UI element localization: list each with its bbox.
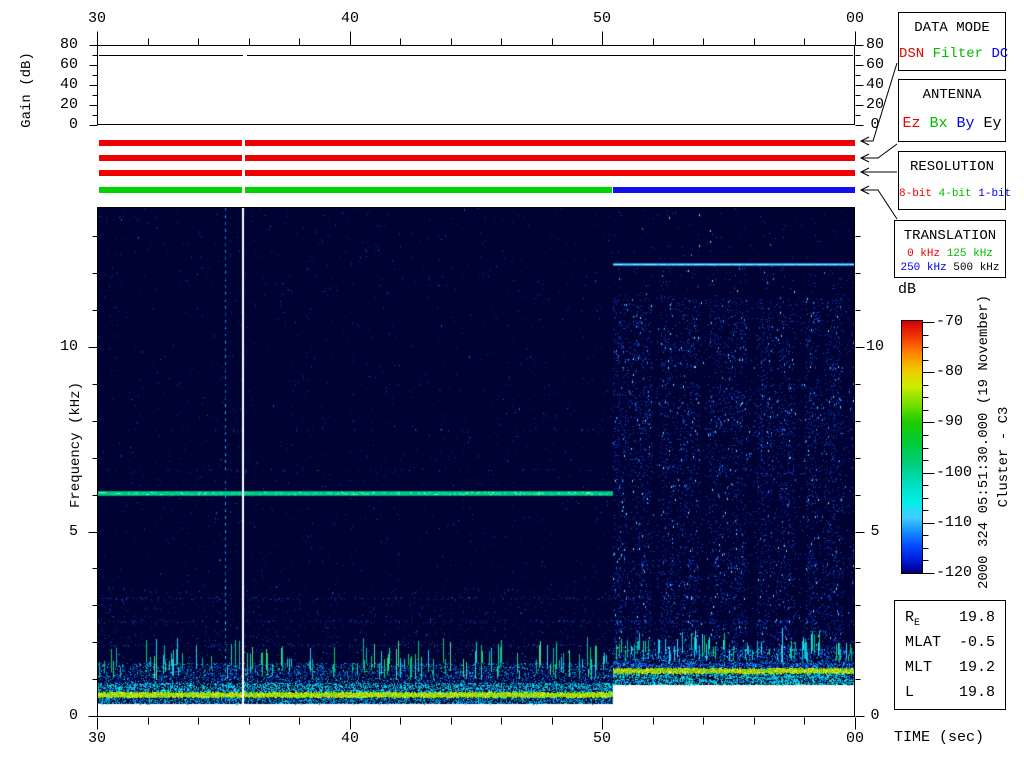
antenna-bar-gap bbox=[242, 155, 245, 161]
legend-item: DSN bbox=[899, 46, 924, 62]
tick-label: 10 bbox=[860, 339, 890, 355]
tick-label: 40 bbox=[332, 11, 368, 27]
tick-label: 50 bbox=[584, 731, 620, 747]
antenna-bar bbox=[99, 155, 855, 161]
time-axis-label: TIME (sec) bbox=[894, 730, 984, 746]
frequency-axis-label: Frequency (kHz) bbox=[67, 375, 85, 515]
resolution-title: RESOLUTION bbox=[899, 159, 1005, 175]
colorbar bbox=[901, 320, 923, 574]
spectrogram-canvas bbox=[98, 208, 854, 716]
data-mode-bar bbox=[99, 140, 855, 146]
tick-label: 30 bbox=[79, 731, 115, 747]
ephemeris-row-l: L 19.8 bbox=[895, 680, 1005, 705]
ephemeris-row-mlat: MLAT -0.5 bbox=[895, 630, 1005, 655]
antenna-values: Ez Bx By Ey bbox=[899, 115, 1005, 132]
legend-item: By bbox=[957, 115, 975, 132]
translation-bar-seg1 bbox=[99, 187, 612, 193]
resolution-values: 8-bit 4-bit 1-bit bbox=[899, 188, 1005, 200]
legend-item: Ez bbox=[902, 115, 920, 132]
legend-item: 0 kHz bbox=[907, 248, 940, 260]
legend-item: Ey bbox=[984, 115, 1002, 132]
timestamp-text: 2000 324 05:51:30.000 (19 November) bbox=[975, 282, 993, 602]
tick-label: 20 bbox=[861, 97, 889, 113]
tick-label: 5 bbox=[46, 524, 78, 540]
tick-label: 0 bbox=[46, 117, 78, 133]
legend-item: 125 kHz bbox=[947, 248, 993, 260]
legend-item: Filter bbox=[933, 46, 983, 62]
data-mode-bar-gap bbox=[242, 140, 245, 146]
tick-label: 30 bbox=[79, 11, 115, 27]
tick-label: 40 bbox=[332, 731, 368, 747]
spectrogram-plot bbox=[97, 207, 855, 717]
tick-label: 40 bbox=[861, 77, 889, 93]
resolution-legend: RESOLUTION 8-bit 4-bit 1-bit bbox=[898, 151, 1006, 210]
tick-label: 60 bbox=[46, 57, 78, 73]
data-mode-values: DSN Filter DC bbox=[899, 46, 1005, 62]
data-mode-legend: DATA MODE DSN Filter DC bbox=[898, 12, 1006, 71]
translation-values-row1: 0 kHz 125 kHz bbox=[895, 248, 1005, 260]
tick-label: 0 bbox=[860, 708, 890, 724]
translation-bar-seg2 bbox=[613, 187, 855, 193]
tick-label: 00 bbox=[837, 731, 873, 747]
gain-trace bbox=[99, 55, 243, 56]
tick-label: 80 bbox=[861, 37, 889, 53]
legend-item: 8-bit bbox=[899, 188, 932, 200]
tick-label: 00 bbox=[837, 11, 873, 27]
gain-axis-label: Gain (dB) bbox=[18, 35, 36, 145]
resolution-bar-gap bbox=[242, 170, 245, 176]
mlat-value: -0.5 bbox=[959, 630, 995, 655]
tick-label: 80 bbox=[46, 37, 78, 53]
translation-bar-gap bbox=[242, 187, 245, 193]
tick-label: 10 bbox=[46, 339, 78, 355]
legend-item: 1-bit bbox=[978, 188, 1011, 200]
ephemeris-row-re: RE 19.8 bbox=[895, 605, 1005, 630]
re-value: 19.8 bbox=[959, 605, 995, 630]
data-mode-title: DATA MODE bbox=[899, 20, 1005, 36]
tick-label: 50 bbox=[584, 11, 620, 27]
antenna-legend: ANTENNA Ez Bx By Ey bbox=[898, 79, 1006, 142]
spacecraft-text: Cluster - C3 bbox=[995, 392, 1013, 522]
tick-label: 40 bbox=[46, 77, 78, 93]
legend-item: 500 kHz bbox=[953, 262, 999, 274]
tick-label: 0 bbox=[861, 117, 889, 133]
tick-label: 0 bbox=[46, 708, 78, 724]
tick-label: 60 bbox=[861, 57, 889, 73]
gain-plot bbox=[97, 45, 855, 125]
l-value: 19.8 bbox=[959, 680, 995, 705]
legend-item: 250 kHz bbox=[900, 262, 946, 274]
mlt-value: 19.2 bbox=[959, 655, 995, 680]
ephemeris-row-mlt: MLT 19.2 bbox=[895, 655, 1005, 680]
colorbar-units-label: dB bbox=[898, 282, 916, 298]
translation-title: TRANSLATION bbox=[895, 228, 1005, 244]
legend-item: 4-bit bbox=[939, 188, 972, 200]
antenna-title: ANTENNA bbox=[899, 87, 1005, 103]
tick-label: 5 bbox=[860, 524, 890, 540]
legend-item: Bx bbox=[929, 115, 947, 132]
tick-label: 20 bbox=[46, 97, 78, 113]
legend-item: DC bbox=[991, 46, 1008, 62]
wbd-spectrogram-display: Gain (dB) Frequency (kHz) TIME (sec) 30 3… bbox=[0, 0, 1024, 768]
translation-values-row2: 250 kHz 500 kHz bbox=[895, 262, 1005, 274]
resolution-bar bbox=[99, 170, 855, 176]
ephemeris-panel: RE 19.8 MLAT -0.5 MLT 19.2 L 19.8 bbox=[894, 600, 1006, 710]
gain-trace bbox=[247, 55, 853, 56]
translation-legend: TRANSLATION 0 kHz 125 kHz 250 kHz 500 kH… bbox=[894, 220, 1006, 278]
